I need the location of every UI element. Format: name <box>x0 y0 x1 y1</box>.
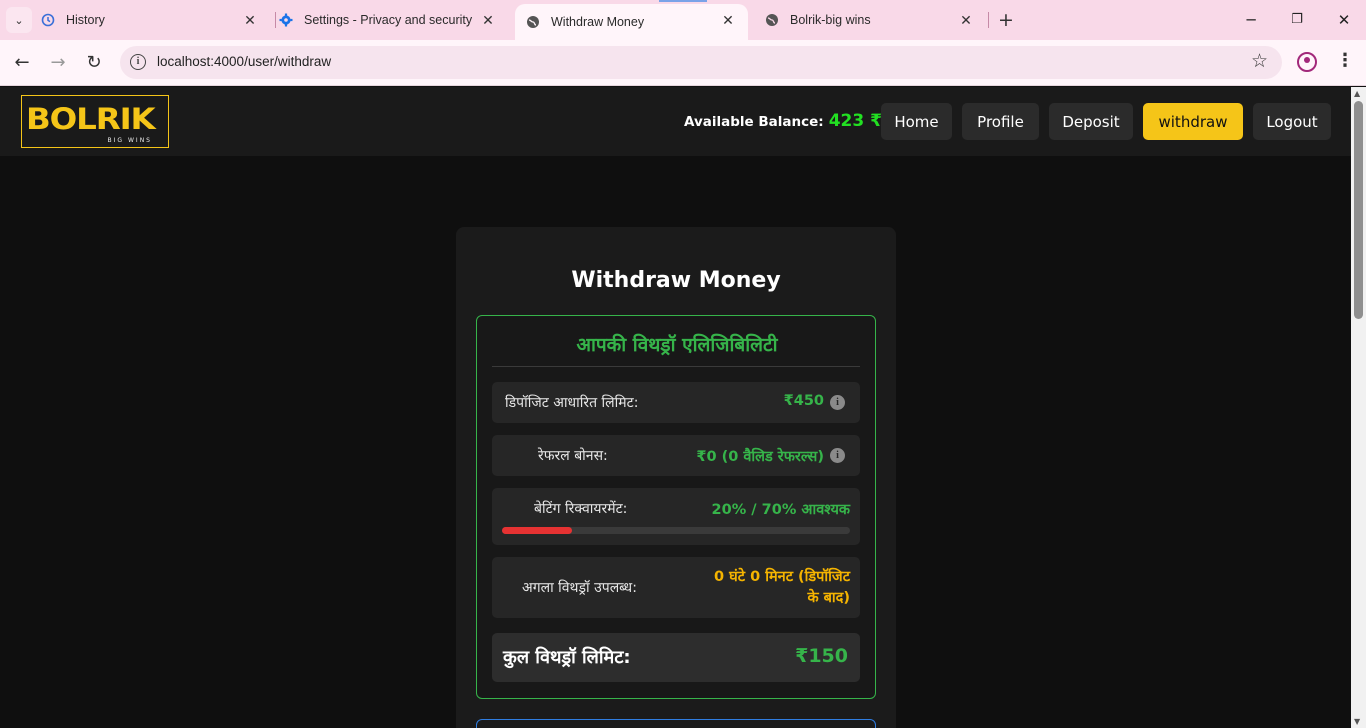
close-icon[interactable]: ✕ <box>958 12 974 29</box>
tab-bolrik[interactable]: Bolrik-big wins ✕ <box>764 0 986 40</box>
total-withdraw-limit: कुल विथड्रॉ लिमिट: ₹150 <box>492 633 860 682</box>
withdraw-card: Withdraw Money आपकी विथड्रॉ एलिजिबिलिटी … <box>456 227 896 728</box>
betting-value: 20% / 70% आवश्यक <box>711 502 850 518</box>
next-withdraw-value: 0 घंटे 0 मिनट (डिपॉजिट के बाद) <box>714 567 850 609</box>
kebab-menu-icon[interactable]: ⋮ <box>1336 51 1354 71</box>
withdraw-form-panel <box>476 719 876 728</box>
referral-bonus-row: रेफरल बोनस: ₹0 (0 वैलिड रेफरल्स) i <box>492 435 860 476</box>
scroll-up-icon[interactable]: ▲ <box>1354 89 1360 98</box>
history-icon <box>40 12 56 28</box>
globe-icon <box>525 14 541 30</box>
back-arrow-icon[interactable]: ← <box>11 52 33 74</box>
scroll-down-icon[interactable]: ▼ <box>1354 717 1360 726</box>
logo-text: BOLRIK <box>26 102 156 136</box>
nav-home[interactable]: Home <box>881 103 952 140</box>
site-info-icon[interactable]: i <box>130 54 146 70</box>
tab-title: Bolrik-big wins <box>790 13 871 27</box>
divider <box>492 366 860 367</box>
globe-icon <box>764 12 780 28</box>
total-limit-label: कुल विथड्रॉ लिमिट: <box>503 647 631 668</box>
page-scrollbar[interactable]: ▲ ▼ <box>1351 87 1366 728</box>
tab-title: Settings - Privacy and security <box>304 13 473 27</box>
profile-avatar-icon[interactable] <box>1297 52 1317 72</box>
site-header: BOLRIK BIG WINS Available Balance: 423 ₹… <box>0 87 1351 156</box>
referral-value: ₹0 (0 वैलिड रेफरल्स) <box>696 449 824 465</box>
next-withdraw-value-line1: 0 घंटे 0 मिनट (डिपॉजिट <box>714 569 850 585</box>
betting-label: बेटिंग रिक्वायरमेंट: <box>534 501 628 517</box>
new-tab-plus-icon[interactable]: + <box>996 10 1016 30</box>
close-icon[interactable]: ✕ <box>480 12 496 29</box>
browser-toolbar: ← → ↻ i localhost:4000/user/withdraw ☆ ⋮ <box>0 40 1366 86</box>
nav-withdraw[interactable]: withdraw <box>1143 103 1243 140</box>
info-icon[interactable]: i <box>830 395 845 410</box>
scroll-thumb[interactable] <box>1354 101 1363 319</box>
logo-tagline: BIG WINS <box>107 137 152 144</box>
close-icon[interactable]: ✕ <box>720 12 736 29</box>
gear-icon <box>278 12 294 28</box>
tab-settings[interactable]: Settings - Privacy and security ✕ <box>278 0 508 40</box>
total-limit-value: ₹150 <box>795 645 848 667</box>
bookmark-star-icon[interactable]: ☆ <box>1251 50 1268 72</box>
bolrik-logo[interactable]: BOLRIK BIG WINS <box>21 95 169 148</box>
url-text[interactable]: localhost:4000/user/withdraw <box>157 54 331 69</box>
close-window-icon[interactable]: ✕ <box>1334 10 1354 30</box>
tab-search-chevron-icon[interactable]: ⌄ <box>6 7 32 33</box>
tab-title: Withdraw Money <box>551 15 645 29</box>
deposit-limit-row: डिपॉजिट आधारित लिमिट: ₹450 i <box>492 382 860 423</box>
nav-deposit[interactable]: Deposit <box>1049 103 1133 140</box>
close-icon[interactable]: ✕ <box>242 12 258 29</box>
reload-icon[interactable]: ↻ <box>83 52 105 74</box>
tab-history[interactable]: History ✕ <box>40 0 270 40</box>
balance-value: 423 ₹ <box>828 111 882 131</box>
deposit-limit-value: ₹450 <box>783 393 824 409</box>
forward-arrow-icon[interactable]: → <box>47 52 69 74</box>
balance-label: Available Balance: <box>684 114 824 130</box>
tab-title: History <box>66 13 105 27</box>
page-viewport: BOLRIK BIG WINS Available Balance: 423 ₹… <box>0 87 1351 728</box>
minimize-icon[interactable]: ─ <box>1241 10 1261 30</box>
browser-tab-strip: ⌄ History ✕ Settings - Privacy and secur… <box>0 0 1366 40</box>
nav-logout[interactable]: Logout <box>1253 103 1331 140</box>
next-withdraw-label: अगला विथड्रॉ उपलब्ध: <box>522 580 637 596</box>
nav-profile[interactable]: Profile <box>962 103 1039 140</box>
address-bar[interactable]: i localhost:4000/user/withdraw ☆ <box>120 46 1282 79</box>
betting-requirement-row: बेटिंग रिक्वायरमेंट: 20% / 70% आवश्यक <box>492 488 860 545</box>
info-icon[interactable]: i <box>830 448 845 463</box>
page-title: Withdraw Money <box>571 268 781 293</box>
tab-withdraw-money[interactable]: Withdraw Money ✕ <box>515 4 748 40</box>
restore-icon[interactable]: ❐ <box>1287 10 1307 30</box>
progress-fill <box>502 527 572 534</box>
next-withdraw-row: अगला विथड्रॉ उपलब्ध: 0 घंटे 0 मिनट (डिपॉ… <box>492 557 860 618</box>
betting-progress-bar <box>502 527 850 534</box>
eligibility-title: आपकी विथड्रॉ एलिजिबिलिटी <box>576 334 778 356</box>
referral-label: रेफरल बोनस: <box>538 448 608 464</box>
eligibility-panel: आपकी विथड्रॉ एलिजिबिलिटी डिपॉजिट आधारित … <box>476 315 876 699</box>
next-withdraw-value-line2: के बाद) <box>807 590 850 606</box>
available-balance: Available Balance: 423 ₹ <box>684 111 882 131</box>
deposit-limit-label: डिपॉजिट आधारित लिमिट: <box>505 395 639 411</box>
